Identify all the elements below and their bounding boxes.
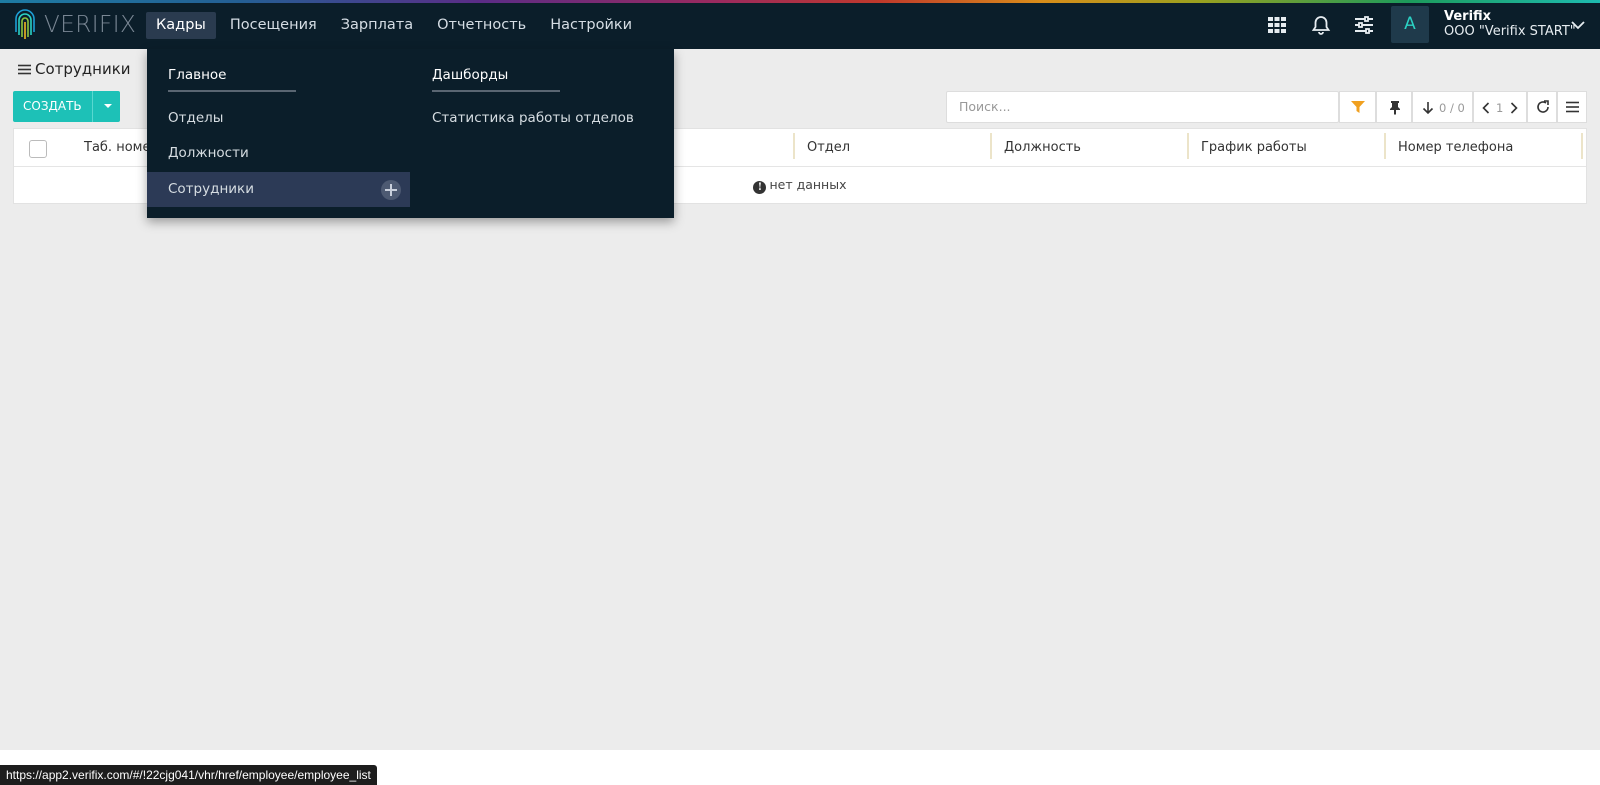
chevron-down-icon[interactable] xyxy=(1571,20,1585,30)
menu-heading-dashboards: Дашборды xyxy=(432,67,560,92)
color-stripe xyxy=(0,0,1600,3)
bell-icon[interactable] xyxy=(1310,14,1332,36)
nav-item-poseshcheniya[interactable]: Посещения xyxy=(220,12,327,39)
view-menu-button[interactable] xyxy=(1557,91,1587,123)
heading-underline xyxy=(168,90,296,92)
page-number: 1 xyxy=(1496,101,1504,115)
empty-state-text: нет данных xyxy=(769,177,847,192)
filter-button[interactable] xyxy=(1339,91,1376,123)
info-icon: ! xyxy=(753,181,767,194)
heading-underline xyxy=(432,90,560,92)
create-dropdown-toggle[interactable] xyxy=(91,91,120,122)
select-all-checkbox[interactable] xyxy=(29,140,47,158)
column-header-position[interactable]: Должность xyxy=(1004,140,1081,155)
column-header-tab-number[interactable]: Таб. номе xyxy=(84,140,150,155)
column-divider[interactable] xyxy=(1187,133,1189,159)
apps-grid-icon[interactable] xyxy=(1266,14,1288,36)
sort-button[interactable]: 0 / 0 xyxy=(1412,91,1473,123)
settings-sliders-icon[interactable] xyxy=(1353,14,1375,36)
pager: 1 xyxy=(1473,91,1527,123)
menu-link-positions[interactable]: Должности xyxy=(168,145,249,161)
fingerprint-logo-icon xyxy=(15,9,35,39)
user-info[interactable]: Verifix ООО "Verifix START" xyxy=(1444,9,1576,40)
menu-link-employees-label: Сотрудники xyxy=(168,181,254,197)
arrow-down-icon xyxy=(1422,102,1434,115)
menu-link-departments[interactable]: Отделы xyxy=(168,110,223,126)
column-divider[interactable] xyxy=(1581,133,1583,159)
refresh-icon xyxy=(1537,100,1549,113)
menu-lines-icon xyxy=(1566,101,1579,113)
filter-icon xyxy=(1351,101,1365,113)
sort-count: 0 / 0 xyxy=(1439,101,1465,115)
chevron-right-icon[interactable] xyxy=(1510,102,1518,114)
chevron-left-icon[interactable] xyxy=(1482,102,1490,114)
page-title: Сотрудники xyxy=(18,60,131,78)
logo-text: VERIFIX xyxy=(44,12,137,38)
column-divider[interactable] xyxy=(990,133,992,159)
menu-heading-main: Главное xyxy=(168,67,296,92)
status-bar-url: https://app2.verifix.com/#/!22cjg041/vhr… xyxy=(0,765,377,785)
search-input[interactable]: Поиск... xyxy=(946,91,1339,123)
column-header-phone[interactable]: Номер телефона xyxy=(1398,140,1513,155)
menu-heading-main-text: Главное xyxy=(168,67,227,83)
menu-link-department-stats[interactable]: Статистика работы отделов xyxy=(432,110,634,126)
column-divider[interactable] xyxy=(793,133,795,159)
pin-icon xyxy=(1390,101,1400,115)
column-header-department[interactable]: Отдел xyxy=(807,140,850,155)
column-divider[interactable] xyxy=(1384,133,1386,159)
menu-heading-dashboards-text: Дашборды xyxy=(432,67,509,83)
add-employee-button[interactable] xyxy=(381,180,401,200)
main-nav: Кадры Посещения Зарплата Отчетность Наст… xyxy=(146,12,646,39)
page-title-text: Сотрудники xyxy=(35,60,131,78)
top-navbar: VERIFIX Кадры Посещения Зарплата Отчетно… xyxy=(0,0,1600,49)
menu-link-employees[interactable]: Сотрудники xyxy=(147,172,410,207)
user-org: ООО "Verifix START" xyxy=(1444,24,1576,39)
nav-item-nastroyki[interactable]: Настройки xyxy=(540,12,642,39)
create-button-group: СОЗДАТЬ xyxy=(13,91,120,122)
nav-item-otchetnost[interactable]: Отчетность xyxy=(427,12,536,39)
kadry-dropdown-menu: Главное Дашборды Отделы Должности Сотруд… xyxy=(147,49,674,218)
hamburger-icon[interactable] xyxy=(18,64,31,75)
user-name: Verifix xyxy=(1444,9,1492,24)
column-header-schedule[interactable]: График работы xyxy=(1201,140,1307,155)
create-button[interactable]: СОЗДАТЬ xyxy=(13,91,92,122)
avatar[interactable]: A xyxy=(1391,6,1429,43)
nav-item-kadry[interactable]: Кадры xyxy=(146,12,216,39)
pin-button[interactable] xyxy=(1376,91,1412,123)
refresh-button[interactable] xyxy=(1527,91,1557,123)
app-logo[interactable]: VERIFIX xyxy=(12,8,136,42)
nav-item-zarplata[interactable]: Зарплата xyxy=(331,12,423,39)
